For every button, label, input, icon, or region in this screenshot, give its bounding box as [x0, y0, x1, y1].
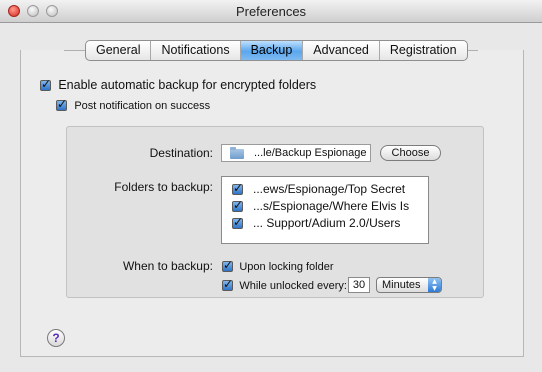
stepper-arrows-icon: ▲ ▼: [428, 278, 441, 292]
folder-path: ...ews/Espionage/Top Secret: [253, 182, 406, 196]
folder-checkbox[interactable]: [232, 215, 243, 230]
tab-bar: General Notifications Backup Advanced Re…: [85, 40, 468, 61]
list-item: ...ews/Espionage/Top Secret: [232, 181, 406, 196]
tab-general[interactable]: General: [86, 41, 152, 60]
while-unlocked-row: While unlocked every:: [222, 277, 347, 292]
tab-backup[interactable]: Backup: [240, 41, 304, 60]
tab-notifications[interactable]: Notifications: [151, 41, 241, 60]
when-label: When to backup:: [122, 259, 213, 273]
list-item: ... Support/Adium 2.0/Users: [232, 215, 401, 230]
help-button[interactable]: ?: [47, 329, 65, 347]
interval-unit-value: Minutes: [382, 279, 421, 291]
folder-checkbox[interactable]: [232, 181, 243, 196]
interval-field[interactable]: 30: [348, 277, 370, 293]
folder-icon: [230, 147, 244, 159]
tab-advanced[interactable]: Advanced: [303, 41, 380, 60]
while-unlocked-checkbox[interactable]: [222, 277, 233, 292]
post-notification-label: Post notification on success: [74, 100, 211, 112]
choose-button[interactable]: Choose: [380, 145, 441, 161]
title-bar: Preferences: [0, 0, 542, 23]
list-item: ...s/Espionage/Where Elvis Is: [232, 198, 410, 213]
enable-backup-label: Enable automatic backup for encrypted fo…: [58, 78, 317, 92]
upon-locking-checkbox[interactable]: [222, 258, 233, 273]
folder-checkbox[interactable]: [232, 198, 243, 213]
preferences-window: Preferences General Notifications Backup…: [0, 0, 542, 372]
upon-locking-row: Upon locking folder: [222, 258, 334, 273]
post-notification-row: Post notification on success: [56, 97, 211, 112]
tab-registration[interactable]: Registration: [380, 41, 467, 60]
upon-locking-label: Upon locking folder: [239, 261, 334, 273]
folders-label: Folders to backup:: [114, 180, 213, 194]
enable-backup-row: Enable automatic backup for encrypted fo…: [40, 77, 317, 92]
folder-path: ... Support/Adium 2.0/Users: [253, 216, 401, 230]
help-icon: ?: [52, 331, 60, 345]
while-unlocked-label: While unlocked every:: [239, 280, 347, 292]
destination-path: ...le/Backup Espionage: [254, 147, 367, 159]
post-notification-checkbox[interactable]: [56, 97, 67, 112]
destination-label: Destination:: [149, 146, 213, 160]
enable-backup-checkbox[interactable]: [40, 77, 51, 92]
folders-list[interactable]: ...ews/Espionage/Top Secret ...s/Espiona…: [221, 176, 429, 244]
folder-path: ...s/Espionage/Where Elvis Is: [253, 199, 410, 213]
destination-field: ...le/Backup Espionage: [221, 144, 371, 162]
interval-unit-select[interactable]: Minutes ▲ ▼: [376, 277, 442, 293]
window-title: Preferences: [235, 4, 307, 19]
